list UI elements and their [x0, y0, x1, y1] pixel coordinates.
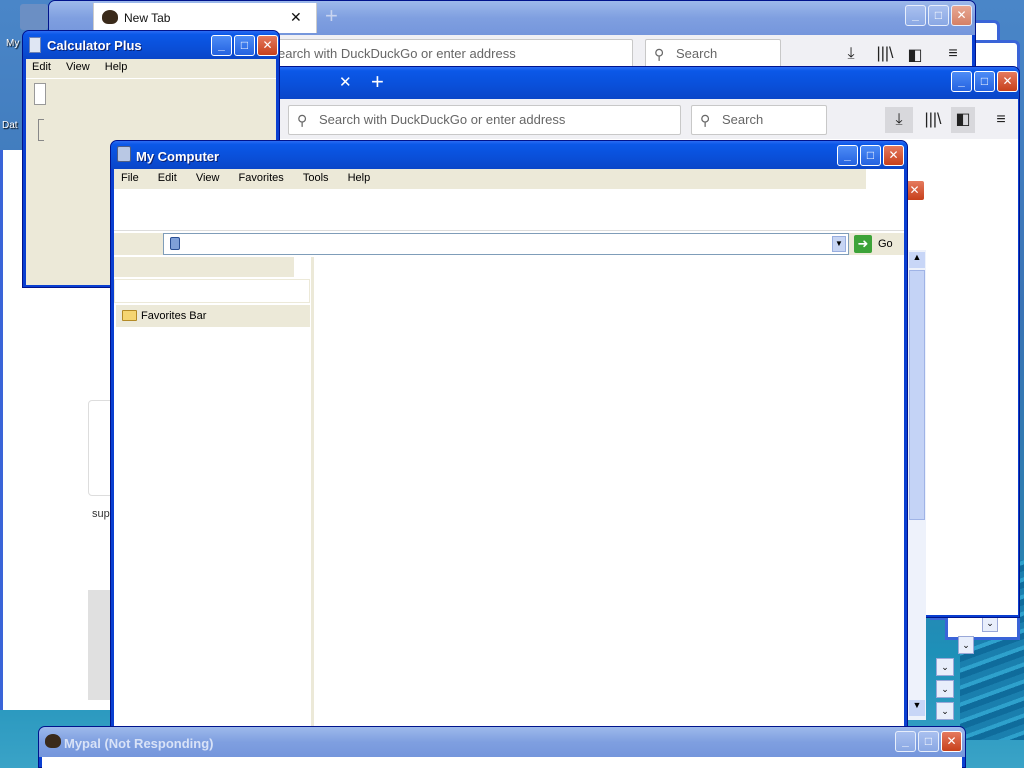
my-computer-content-pane: [317, 257, 904, 735]
firefox-front-new-tab-button[interactable]: +: [371, 69, 384, 95]
my-computer-titlebar: My Computer: [111, 141, 907, 169]
firefox-back-search-placeholder: Search: [676, 46, 718, 61]
scroll-thumb[interactable]: [909, 270, 925, 520]
calculator-menu-view[interactable]: View: [60, 61, 96, 73]
favorites-bar-label: Favorites Bar: [141, 310, 207, 322]
my-computer-menu-help[interactable]: Help: [338, 172, 377, 184]
scroll-up-arrow-icon[interactable]: ▲: [909, 252, 925, 268]
folder-icon: [122, 310, 137, 321]
download-icon[interactable]: ⤓: [885, 107, 913, 133]
my-computer-menu-favorites[interactable]: Favorites: [229, 172, 290, 184]
firefox-front-search-placeholder: Search: [722, 112, 764, 127]
go-arrow-icon: ➜: [854, 235, 872, 253]
calculator-menu-help[interactable]: Help: [99, 61, 134, 73]
sidebar-icon[interactable]: ◧: [905, 45, 925, 65]
my-computer-window: My Computer _ □ ✕ File Edit View Favorit…: [110, 140, 908, 738]
calculator-close-button[interactable]: ✕: [257, 35, 278, 56]
stacked-window-scroll-down-2[interactable]: ⌄: [958, 636, 974, 654]
mypal-window: Mypal (Not Responding) _ □ ✕: [38, 726, 966, 768]
mypal-favicon-icon: [102, 10, 118, 24]
left-pane-header-strip: [114, 257, 294, 277]
calculator-title: Calculator Plus: [47, 38, 142, 53]
calculator-minimize-button[interactable]: _: [211, 35, 232, 56]
download-icon[interactable]: ⤓: [841, 45, 861, 63]
mypal-app-icon: [45, 734, 61, 748]
my-computer-address-input[interactable]: ▼: [163, 233, 849, 255]
library-icon[interactable]: |||\: [921, 111, 945, 129]
search-icon: ⚲: [700, 112, 711, 128]
firefox-back-url-bar[interactable]: earch with DuckDuckGo or enter address: [273, 39, 633, 69]
background-window-scrollbar[interactable]: ▲ ▼: [906, 250, 926, 720]
mypal-close-button[interactable]: ✕: [941, 731, 962, 752]
address-dropdown-arrow-icon[interactable]: ▼: [832, 236, 846, 252]
search-icon: ⚲: [297, 112, 308, 128]
mypal-titlebar: Mypal (Not Responding): [39, 727, 965, 757]
sidebar-icon[interactable]: ◧: [951, 107, 975, 133]
firefox-back-tab[interactable]: New Tab ✕: [93, 3, 317, 33]
left-pane-search-strip: [114, 279, 310, 303]
firefox-back-maximize-button[interactable]: □: [928, 5, 949, 26]
stacked-window-scroll-down-4[interactable]: ⌄: [936, 680, 954, 698]
menu-icon[interactable]: ≡: [943, 45, 963, 63]
desktop-icon-label-dat: Dat: [2, 120, 18, 131]
my-computer-menu-tools[interactable]: Tools: [293, 172, 335, 184]
scroll-down-arrow-icon[interactable]: ▼: [909, 700, 925, 716]
mypal-maximize-button[interactable]: □: [918, 731, 939, 752]
favorites-bar-item[interactable]: Favorites Bar: [116, 305, 310, 327]
firefox-front-maximize-button[interactable]: □: [974, 71, 995, 92]
my-computer-toolbar: [114, 191, 904, 231]
go-button[interactable]: ➜ Go: [854, 235, 894, 253]
menu-icon[interactable]: ≡: [991, 111, 1011, 129]
firefox-front-close-button[interactable]: ✕: [997, 71, 1018, 92]
firefox-back-new-tab-button[interactable]: +: [325, 3, 338, 29]
firefox-front-url-bar[interactable]: ⚲ Search with DuckDuckGo or enter addres…: [288, 105, 681, 135]
calculator-app-icon: [29, 37, 41, 53]
my-computer-app-icon: [117, 146, 131, 162]
firefox-front-tab-close-icon[interactable]: ✕: [339, 73, 352, 91]
firefox-back-url-placeholder: earch with DuckDuckGo or enter address: [278, 46, 516, 61]
stacked-window-scroll-down-3[interactable]: ⌄: [936, 658, 954, 676]
my-computer-menu-view[interactable]: View: [186, 172, 226, 184]
my-computer-left-pane: Favorites Bar: [114, 257, 314, 735]
search-icon: ⚲: [654, 46, 665, 62]
firefox-back-tab-title: New Tab: [124, 11, 171, 25]
desktop-icon-my-computer[interactable]: [20, 4, 48, 30]
calculator-maximize-button[interactable]: □: [234, 35, 255, 56]
firefox-front-minimize-button[interactable]: _: [951, 71, 972, 92]
my-computer-close-button[interactable]: ✕: [883, 145, 904, 166]
my-computer-body: File Edit View Favorites Tools Help ▼ ➜ …: [114, 169, 904, 735]
go-label: Go: [878, 238, 893, 250]
calculator-menu-edit[interactable]: Edit: [26, 61, 57, 73]
firefox-back-close-button[interactable]: ✕: [951, 5, 972, 26]
firefox-front-url-placeholder: Search with DuckDuckGo or enter address: [319, 112, 566, 127]
background-page-text-sup: sup: [92, 508, 110, 520]
desktop-icon-label-my: My: [6, 38, 20, 49]
calculator-display: [34, 83, 46, 105]
firefox-back-search-box[interactable]: ⚲ Search: [645, 39, 781, 69]
mypal-minimize-button[interactable]: _: [895, 731, 916, 752]
computer-icon: [170, 237, 180, 250]
calculator-menubar: Edit View Help: [26, 61, 276, 79]
stacked-window-scroll-down-5[interactable]: ⌄: [936, 702, 954, 720]
calculator-memory-indicator: [38, 119, 44, 141]
my-computer-maximize-button[interactable]: □: [860, 145, 881, 166]
my-computer-menu-file[interactable]: File: [114, 172, 145, 184]
mypal-body: [42, 757, 962, 768]
library-icon[interactable]: |||\: [873, 45, 897, 63]
firefox-back-tab-close-icon[interactable]: ✕: [290, 9, 302, 26]
my-computer-minimize-button[interactable]: _: [837, 145, 858, 166]
my-computer-title: My Computer: [136, 149, 220, 164]
my-computer-menubar: File Edit View Favorites Tools Help: [114, 169, 866, 189]
firefox-front-search-box[interactable]: ⚲ Search: [691, 105, 827, 135]
firefox-back-minimize-button[interactable]: _: [905, 5, 926, 26]
my-computer-menu-edit[interactable]: Edit: [148, 172, 183, 184]
mypal-title: Mypal (Not Responding): [64, 736, 214, 751]
